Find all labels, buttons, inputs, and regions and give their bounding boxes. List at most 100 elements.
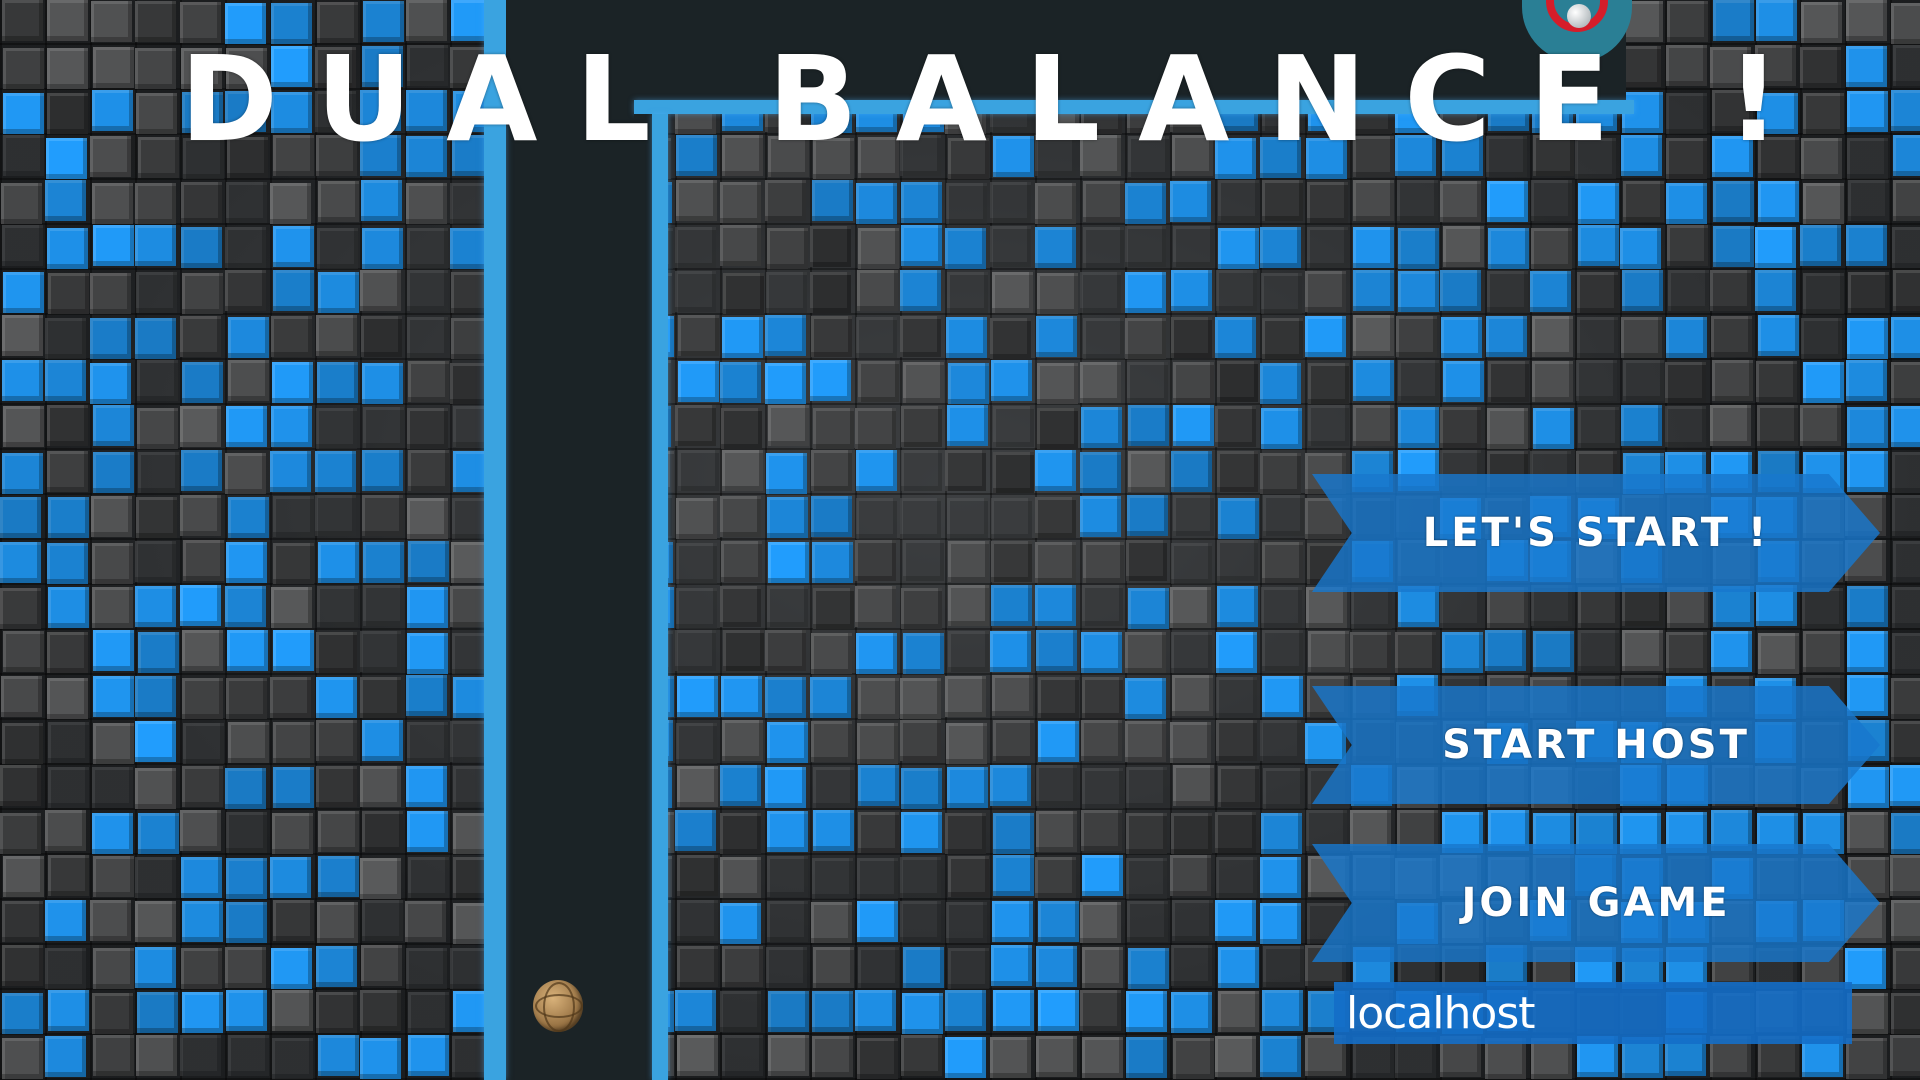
wall-cube (1171, 945, 1212, 986)
wall-cube (991, 498, 1032, 539)
wall-cube (1891, 900, 1920, 941)
wall-cube (1756, 361, 1797, 402)
wall-cube (1082, 947, 1123, 988)
wall-cube (675, 405, 716, 446)
wall-cube (2, 453, 43, 494)
wall-cube (1443, 361, 1484, 402)
wall-cube (1577, 272, 1618, 313)
wall-cube (47, 678, 88, 719)
wall-cube (1353, 315, 1394, 356)
wall-cube (1890, 765, 1920, 806)
wall-cube (1082, 768, 1123, 809)
wall-cube (678, 361, 719, 402)
wall-cube (903, 540, 944, 581)
wall-cube (135, 541, 176, 582)
wall-cube (1578, 407, 1619, 448)
wall-cube (1218, 947, 1259, 988)
wall-cube (1218, 766, 1259, 807)
wall-cube (361, 316, 402, 357)
wall-cube (1578, 225, 1619, 266)
wall-cube (1216, 857, 1257, 898)
wall-cube (676, 498, 717, 539)
wall-cube (1036, 1036, 1077, 1077)
wall-cube (677, 900, 718, 941)
wall-cube (1891, 406, 1920, 447)
wall-cube (900, 901, 941, 942)
wall-cube (136, 497, 177, 538)
wall-cube (1307, 182, 1348, 223)
wall-cube (1846, 0, 1887, 41)
wall-cube (1126, 858, 1167, 899)
wall-cube (406, 675, 447, 716)
wall-cube (1667, 225, 1708, 266)
wall-cube (768, 1035, 809, 1076)
wall-cube (858, 947, 899, 988)
wall-cube (180, 1035, 221, 1076)
wall-cube (183, 723, 224, 764)
wall-cube (136, 1035, 177, 1076)
wall-cube (1891, 3, 1920, 44)
wall-cube (90, 363, 131, 404)
wall-cube (720, 903, 761, 944)
wall-cube (1126, 767, 1167, 808)
wall-cube (1398, 586, 1439, 627)
wall-cube (856, 317, 897, 358)
wall-cube (135, 48, 176, 89)
wall-cube (1262, 990, 1303, 1031)
wall-cube (360, 1038, 401, 1079)
wall-cube (1125, 226, 1166, 267)
wall-cube (93, 856, 134, 897)
wall-cube (1890, 855, 1920, 896)
wall-cube (1036, 765, 1077, 806)
wall-cube (1126, 540, 1167, 581)
wall-cube (813, 947, 854, 988)
wall-cube (946, 902, 987, 943)
wall-cube (1712, 360, 1753, 401)
wall-cube (90, 136, 131, 177)
wall-cube (135, 768, 176, 809)
wall-cube (1847, 91, 1888, 132)
wall-cube (1440, 407, 1481, 448)
wall-cube (93, 948, 134, 989)
wall-cube (1173, 405, 1214, 446)
wooden-ball-icon (533, 980, 583, 1032)
wall-cube (316, 632, 357, 673)
wall-cube (273, 270, 314, 311)
wall-cube (1847, 318, 1888, 359)
start-host-button[interactable]: START HOST (1312, 686, 1880, 804)
wall-cube (990, 631, 1031, 672)
wall-cube (1711, 316, 1752, 357)
wall-cube (722, 317, 763, 358)
wall-cube (900, 678, 941, 719)
wall-cube (361, 945, 402, 986)
wall-cube (1036, 946, 1077, 987)
wall-cube (722, 946, 763, 987)
wall-cube (182, 992, 223, 1033)
wall-cube (676, 588, 717, 629)
wall-cube (1892, 633, 1920, 674)
host-address-input[interactable] (1334, 982, 1852, 1044)
wall-cube (48, 767, 89, 808)
wall-cube (318, 1035, 359, 1076)
wall-cube (182, 273, 223, 314)
wall-cube (363, 407, 404, 448)
wall-cube (991, 945, 1032, 986)
lets-start-button[interactable]: LET'S START ! (1312, 474, 1880, 592)
wall-cube (1035, 585, 1076, 626)
wall-cube (901, 406, 942, 447)
wall-cube (1848, 272, 1889, 313)
wall-cube (1173, 226, 1214, 267)
wall-cube (93, 630, 134, 671)
wall-cube (1623, 181, 1664, 222)
wall-cube (947, 405, 988, 446)
wall-cube (93, 225, 134, 266)
wall-cube (1711, 631, 1752, 672)
wall-cube (1713, 226, 1754, 267)
wall-cube (1215, 812, 1256, 853)
join-game-button[interactable]: JOIN GAME (1312, 844, 1880, 962)
wall-cube (765, 315, 806, 356)
wall-cube (48, 587, 89, 628)
wall-cube (408, 541, 449, 582)
wall-cube (900, 316, 941, 357)
wall-cube (903, 947, 944, 988)
